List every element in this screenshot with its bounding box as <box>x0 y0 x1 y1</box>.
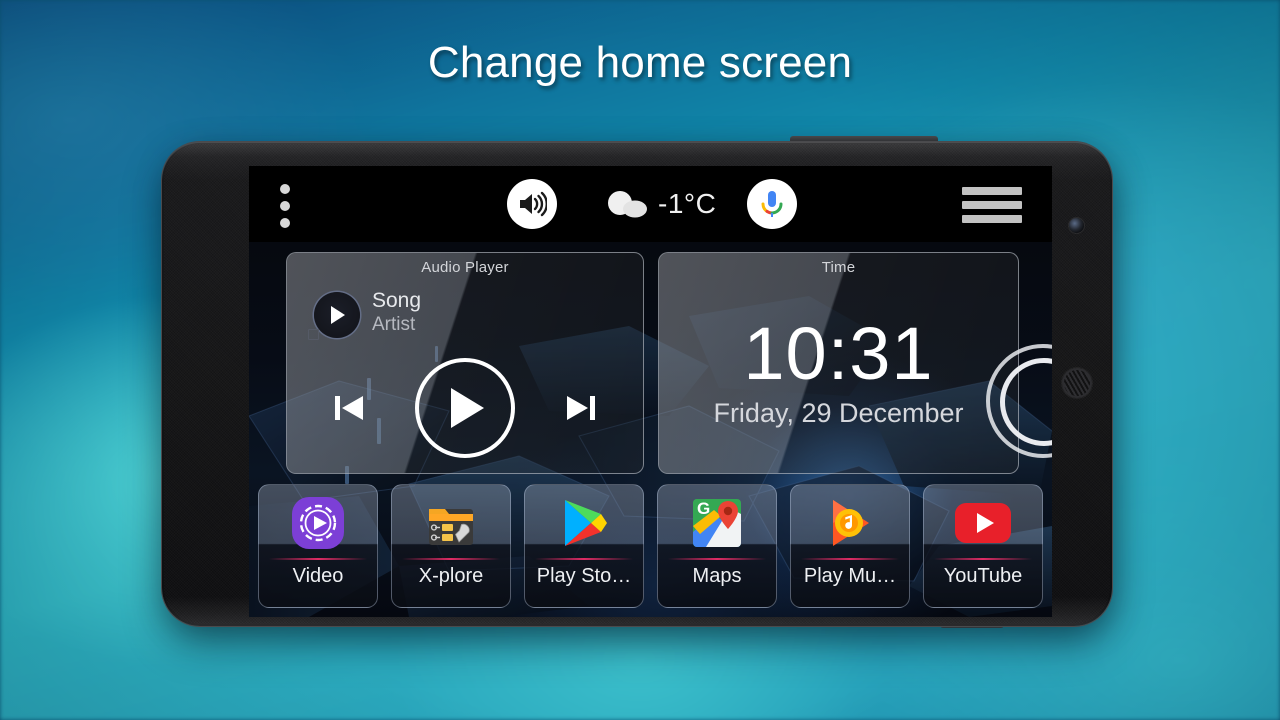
play-button[interactable] <box>415 358 515 458</box>
skip-next-icon[interactable] <box>563 392 599 424</box>
album-art[interactable] <box>308 292 360 340</box>
time-widget[interactable]: Time 10:31 Friday, 29 December <box>658 252 1019 474</box>
app-label: X-plore <box>418 565 484 587</box>
weather-indicator[interactable]: -1°C <box>604 183 716 225</box>
album-badge-icon <box>308 329 319 340</box>
volume-button[interactable] <box>507 179 557 229</box>
skip-previous-icon[interactable] <box>331 392 367 424</box>
youtube-icon <box>924 493 1042 553</box>
assistant-button[interactable] <box>747 179 797 229</box>
tile-divider <box>668 558 766 560</box>
app-tile-maps[interactable]: G Maps <box>657 484 777 608</box>
tile-divider <box>535 558 633 560</box>
app-label: Maps <box>692 565 742 587</box>
app-dock: Video X-plore Play Sto… G Maps Play Mu… … <box>258 484 1043 608</box>
google-play-music-icon <box>791 493 909 553</box>
app-label: YouTube <box>943 565 1023 587</box>
tile-divider <box>934 558 1032 560</box>
app-tile-youtube[interactable]: YouTube <box>923 484 1043 608</box>
temperature-label: -1°C <box>658 188 717 219</box>
hamburger-menu-icon[interactable] <box>962 187 1022 223</box>
front-camera-icon <box>1069 218 1084 233</box>
x-plore-file-manager-icon <box>392 493 510 553</box>
earpiece-speaker-icon <box>1062 368 1092 398</box>
app-tile-video[interactable]: Video <box>258 484 378 608</box>
song-artist: Artist <box>372 314 416 335</box>
clock-time: 10:31 <box>743 312 934 395</box>
audio-player-title: Audio Player <box>421 259 509 276</box>
tile-divider <box>402 558 500 560</box>
svg-text:G: G <box>697 499 710 518</box>
play-icon <box>451 388 484 428</box>
app-label: Play Sto… <box>536 565 632 587</box>
three-dots-vertical-icon[interactable] <box>278 184 292 228</box>
clock-date: Friday, 29 December <box>713 398 964 428</box>
google-maps-icon: G <box>658 493 776 553</box>
app-label: Video <box>292 565 344 587</box>
play-triangle-icon <box>331 306 345 324</box>
google-microphone-icon <box>761 191 783 217</box>
screenshot-stage: Change home screen -1°C Audio Player Son… <box>0 0 1280 720</box>
app-tile-play-music[interactable]: Play Mu… <box>790 484 910 608</box>
time-widget-title: Time <box>821 259 856 276</box>
cloud-icon <box>608 191 647 218</box>
google-play-store-icon <box>525 493 643 553</box>
app-label: Play Mu… <box>803 565 897 587</box>
app-tile-play-store[interactable]: Play Sto… <box>524 484 644 608</box>
tile-divider <box>269 558 367 560</box>
speaker-volume-icon <box>520 191 547 217</box>
track-info: Song Artist <box>372 288 421 337</box>
audio-player-widget[interactable]: Audio Player Song Artist <box>286 252 644 474</box>
video-player-icon <box>259 493 377 553</box>
media-controls <box>287 358 643 458</box>
tile-divider <box>801 558 899 560</box>
song-title: Song <box>372 289 422 312</box>
page-title: Change home screen <box>427 38 853 87</box>
phone-screen: -1°C Audio Player Song Artist Time 10:31… <box>249 166 1052 617</box>
app-tile-xplore[interactable]: X-plore <box>391 484 511 608</box>
